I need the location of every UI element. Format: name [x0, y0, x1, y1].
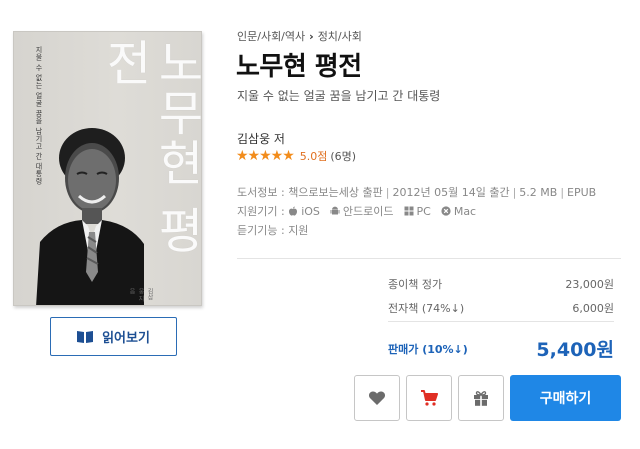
divider [237, 258, 621, 259]
ebook-price-label: 전자책 (74%↓) [388, 302, 465, 315]
book-title: 노무현 평전 [236, 52, 362, 82]
divider: | [512, 185, 517, 199]
preview-button[interactable]: 읽어보기 [50, 317, 177, 356]
mac-x-icon [441, 206, 451, 216]
chevron-right-icon: › [309, 29, 314, 43]
buy-button[interactable]: 구매하기 [510, 375, 621, 421]
book-open-icon [77, 331, 94, 343]
listen-row: 듣기기능 : 지원 [237, 222, 308, 238]
device-ios: iOS [288, 205, 320, 218]
preview-label: 읽어보기 [102, 330, 150, 345]
ebook-price: 6,000원 [572, 302, 614, 315]
android-icon [330, 206, 340, 215]
gift-button[interactable] [458, 375, 504, 421]
cart-icon [421, 390, 438, 406]
sale-price-row: 판매가 (10%↓) 5,400원 [388, 335, 614, 362]
paper-price-row: 종이책 정가 23,000원 [388, 276, 614, 292]
divider: | [385, 185, 390, 199]
rating: ★★★★★ 5.0점 (6명) [236, 148, 356, 164]
rating-count[interactable]: (6명) [330, 148, 356, 164]
ebook-price-row: 전자책 (74%↓) 6,000원 [388, 300, 614, 316]
star-rating-icon: ★★★★★ [236, 148, 295, 164]
publish-date: 2012년 05월 14일 출간 [392, 186, 510, 199]
devices-label: 지원기기 : [237, 205, 285, 218]
author-portrait [36, 128, 144, 305]
wishlist-button[interactable] [354, 375, 400, 421]
paper-price-label: 종이책 정가 [388, 278, 443, 291]
gift-icon [474, 391, 488, 406]
rating-score: 5.0점 [299, 150, 328, 163]
device-android: 안드로이드 [330, 203, 394, 219]
devices-row: 지원기기 : iOS 안드로이드 PC Mac [237, 203, 486, 219]
apple-icon [289, 206, 298, 216]
file-format: EPUB [567, 185, 597, 199]
book-info-row: 도서정보 : 책으로보는세상 출판 | 2012년 05월 14일 출간 | 5… [237, 184, 596, 200]
device-pc: PC [404, 205, 431, 218]
sale-price-label: 판매가 (10%↓) [388, 342, 468, 356]
listen-label: 듣기기능 : [237, 224, 285, 237]
divider: | [560, 185, 565, 199]
breadcrumb: 인문/사회/역사 › 정치/사회 [237, 28, 362, 44]
heart-icon [368, 391, 386, 405]
device-mac: Mac [441, 205, 476, 218]
file-size: 5.2 MB [519, 185, 558, 199]
book-cover[interactable]: 지울 수 없는 얼굴 꿈을 남기고 간 대통령 노무현 평전 김삼웅 지음 [13, 31, 202, 306]
paper-price: 23,000원 [565, 278, 614, 291]
cart-button[interactable] [406, 375, 452, 421]
book-author[interactable]: 김삼웅 저 [237, 130, 285, 147]
book-info-label: 도서정보 : [237, 186, 285, 199]
book-subtitle: 지울 수 없는 얼굴 꿈을 남기고 간 대통령 [237, 89, 441, 103]
breadcrumb-category[interactable]: 인문/사회/역사 [237, 28, 305, 44]
windows-icon [404, 206, 413, 216]
publisher[interactable]: 책으로보는세상 출판 [288, 184, 383, 200]
divider [388, 321, 614, 322]
sale-price: 5,400원 [536, 339, 614, 361]
cover-author: 김삼웅 지음 [128, 288, 153, 302]
cover-title: 노무현 평전 [96, 38, 202, 256]
listen-value: 지원 [288, 224, 309, 237]
breadcrumb-subcategory[interactable]: 정치/사회 [318, 28, 362, 44]
